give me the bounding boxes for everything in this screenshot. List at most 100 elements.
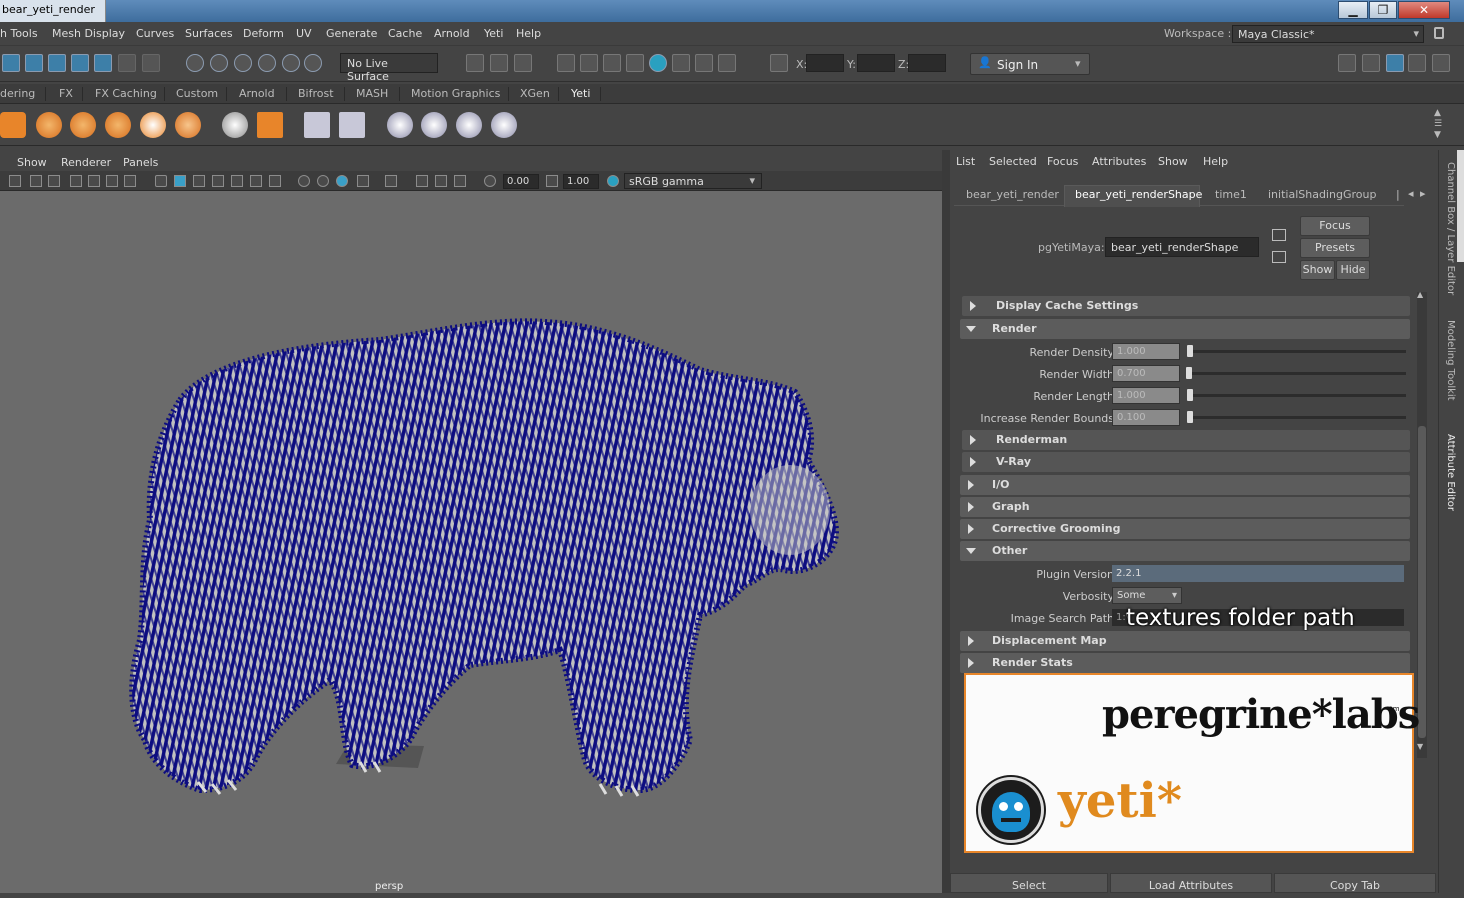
copy-tab-button[interactable]: Copy Tab — [1274, 873, 1436, 893]
load-attributes-button[interactable]: Load Attributes — [1110, 873, 1272, 893]
select-button[interactable]: Select — [950, 873, 1108, 893]
ipr-render-icon[interactable] — [603, 54, 621, 72]
render-width-slider[interactable] — [1188, 372, 1406, 375]
menu-tools[interactable]: h Tools — [0, 27, 38, 40]
node-name-field[interactable]: bear_yeti_renderShape — [1105, 237, 1259, 257]
viewport-menu-show[interactable]: Show — [17, 156, 47, 169]
side-tab-modeling-toolkit[interactable]: Modeling Toolkit — [1445, 320, 1456, 401]
attribute-editor-icon[interactable] — [1386, 54, 1404, 72]
channel-box-icon[interactable] — [1432, 54, 1450, 72]
comb-icon[interactable] — [105, 112, 131, 138]
z-field[interactable] — [908, 54, 946, 72]
x-field[interactable] — [806, 54, 844, 72]
smooth-shade-icon[interactable] — [174, 175, 186, 187]
apply-icon[interactable] — [387, 112, 413, 138]
shelf-tab-xgen[interactable]: XGen — [520, 87, 550, 100]
render-frame-icon[interactable] — [580, 54, 598, 72]
shelf-tab-arnold[interactable]: Arnold — [239, 87, 275, 100]
component-mode-icon[interactable] — [25, 54, 43, 72]
tool-settings-icon[interactable] — [1408, 54, 1426, 72]
xray-joints-icon[interactable] — [435, 175, 447, 187]
highlight-icon[interactable] — [142, 54, 160, 72]
ae-menu-help[interactable]: Help — [1203, 155, 1228, 168]
resolution-gate-icon[interactable] — [48, 175, 60, 187]
eraser-icon[interactable] — [491, 112, 517, 138]
menu-curves[interactable]: Curves — [136, 27, 174, 40]
layers-icon[interactable] — [456, 112, 482, 138]
lock-icon[interactable] — [1434, 27, 1444, 39]
cache-icon[interactable] — [304, 112, 330, 138]
transform-icon[interactable] — [770, 54, 788, 72]
render-density-slider[interactable] — [1188, 350, 1406, 353]
motion-blur-icon[interactable] — [317, 175, 329, 187]
tab-scroll-left-icon[interactable]: | — [1396, 188, 1400, 201]
go-to-input-icon[interactable] — [1272, 229, 1286, 241]
snap-vertex-icon[interactable] — [304, 54, 322, 72]
menu-generate[interactable]: Generate — [326, 27, 377, 40]
ae-menu-list[interactable]: List — [956, 155, 975, 168]
menu-mesh-display[interactable]: Mesh Display — [52, 27, 125, 40]
brush-icon[interactable] — [70, 112, 96, 138]
fur-icon[interactable] — [140, 112, 166, 138]
tab-initial-shading-group[interactable]: initialShadingGroup — [1268, 188, 1376, 201]
menu-yeti[interactable]: Yeti — [484, 27, 503, 40]
section-io[interactable]: I/O — [960, 475, 1410, 495]
render-view-icon[interactable] — [557, 54, 575, 72]
shadows-icon[interactable] — [269, 175, 281, 187]
perspective-viewport[interactable]: persp — [0, 191, 942, 893]
pause-icon[interactable] — [718, 54, 736, 72]
y-field[interactable] — [857, 54, 895, 72]
shelf-tab-rendering[interactable]: dering — [0, 87, 35, 100]
character-controls-icon[interactable] — [1362, 54, 1380, 72]
render-length-slider[interactable] — [1188, 394, 1406, 397]
graph-editor-icon[interactable] — [222, 112, 248, 138]
grid-icon[interactable] — [9, 175, 21, 187]
tab-bear-yeti-render-shape[interactable]: bear_yeti_renderShape — [1075, 188, 1202, 201]
shelf-tab-bifrost[interactable]: Bifrost — [298, 87, 334, 100]
gamma-field[interactable]: 1.00 — [563, 174, 599, 189]
ae-menu-focus[interactable]: Focus — [1047, 155, 1078, 168]
increase-render-bounds-slider-handle[interactable] — [1187, 411, 1193, 423]
yeti-node-icon[interactable] — [0, 112, 26, 138]
shelf-tab-fx[interactable]: FX — [59, 87, 73, 100]
tab-bear-yeti-render[interactable]: bear_yeti_render — [966, 188, 1059, 201]
snap-grid-icon[interactable] — [186, 54, 204, 72]
minimize-button[interactable]: ▁ — [1338, 1, 1368, 19]
modeling-toolkit-icon[interactable] — [1338, 54, 1356, 72]
texture-reference-icon[interactable] — [257, 112, 283, 138]
use-lights-icon[interactable] — [250, 175, 262, 187]
panel-splitter[interactable] — [942, 150, 950, 893]
output-ops-icon[interactable] — [490, 54, 508, 72]
field-chart-icon[interactable] — [88, 175, 100, 187]
xray-components-icon[interactable] — [454, 175, 466, 187]
render-width-slider-handle[interactable] — [1186, 367, 1192, 379]
section-other[interactable]: Other — [960, 541, 1410, 561]
workspace-dropdown[interactable]: Maya Classic* ▾ — [1232, 25, 1424, 43]
tab-time1[interactable]: time1 — [1215, 188, 1247, 201]
live-surface-field[interactable]: No Live Surface — [340, 53, 438, 83]
render-width-field[interactable]: 0.700 — [1112, 365, 1180, 382]
scroll-down-icon[interactable]: ▼ — [1417, 742, 1423, 751]
select-mode-icon[interactable] — [2, 54, 20, 72]
focus-button[interactable]: Focus — [1300, 216, 1370, 236]
ae-menu-attributes[interactable]: Attributes — [1092, 155, 1146, 168]
hide-button[interactable]: Hide — [1336, 260, 1370, 280]
verbosity-dropdown[interactable]: Some ▾ — [1112, 587, 1182, 604]
render-density-slider-handle[interactable] — [1187, 345, 1193, 357]
side-tab-channel-box[interactable]: Channel Box / Layer Editor — [1445, 162, 1456, 295]
help-mode-icon[interactable] — [94, 54, 112, 72]
safe-action-icon[interactable] — [70, 175, 82, 187]
shelf-tab-fx-caching[interactable]: FX Caching — [95, 87, 157, 100]
shelf-tab-motion-graphics[interactable]: Motion Graphics — [411, 87, 500, 100]
section-renderman[interactable]: Renderman — [962, 430, 1410, 450]
menu-surfaces[interactable]: Surfaces — [185, 27, 233, 40]
input-ops-icon[interactable] — [466, 54, 484, 72]
section-displacement-map[interactable]: Displacement Map — [960, 631, 1410, 651]
isolate-select-icon[interactable] — [385, 175, 397, 187]
hypershade-icon[interactable] — [649, 54, 667, 72]
tab-scroll-left-arrow-icon[interactable]: ◂ — [1408, 187, 1414, 200]
menu-deform[interactable]: Deform — [243, 27, 284, 40]
render-density-field[interactable]: 1.000 — [1112, 343, 1180, 360]
render-length-slider-handle[interactable] — [1187, 389, 1193, 401]
shelf-scroll-arrows-icon[interactable]: ▲ ☰ ▼ — [1434, 108, 1446, 142]
